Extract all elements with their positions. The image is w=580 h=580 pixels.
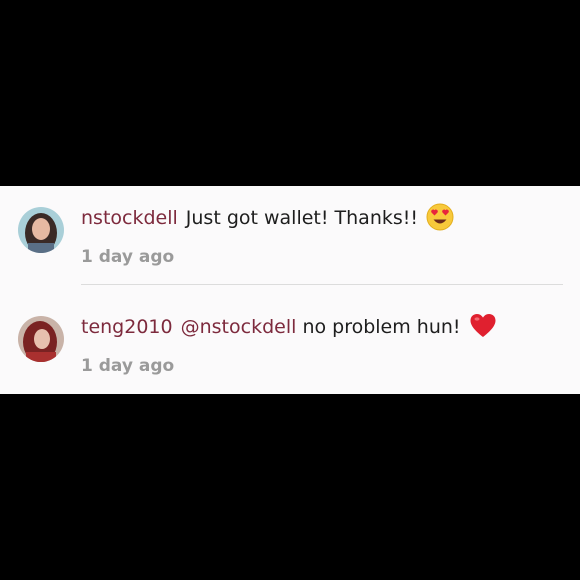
comment-text: no problem hun! [302,316,461,338]
comment-text: Just got wallet! Thanks!! [185,207,418,229]
comment-timestamp: 1 day ago [81,247,175,267]
avatar[interactable] [18,316,64,362]
comment-item: nstockdell Just got wallet! Thanks!! 1 da… [0,186,580,284]
comment-text-line: teng2010 @nstockdell no problem hun! [81,312,497,346]
avatar[interactable] [18,207,64,253]
comment-username[interactable]: teng2010 [81,316,173,338]
heart-eyes-emoji-icon [426,203,454,237]
comment-username[interactable]: nstockdell [81,207,178,229]
comment-text-line: nstockdell Just got wallet! Thanks!! [81,203,454,237]
comment-timestamp: 1 day ago [81,356,175,376]
comment-item: teng2010 @nstockdell no problem hun! 1 da… [0,285,580,394]
comments-panel: nstockdell Just got wallet! Thanks!! 1 da… [0,186,580,394]
comment-mention[interactable]: @nstockdell [181,316,297,338]
red-heart-emoji-icon [469,312,497,346]
